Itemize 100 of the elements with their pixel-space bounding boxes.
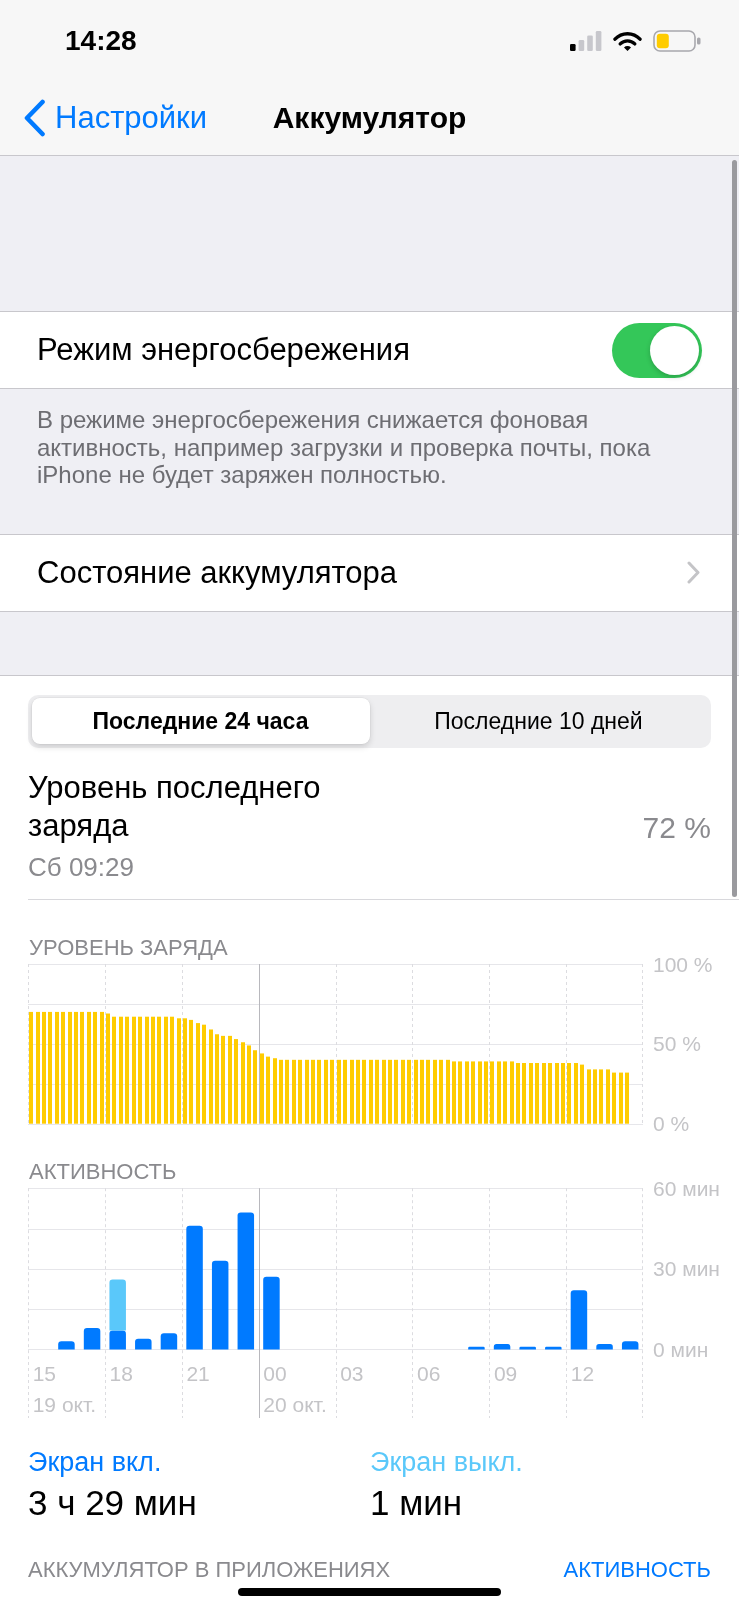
bar — [420, 1059, 424, 1124]
axis-label: 60 мин — [653, 1176, 720, 1200]
hour-label: 00 — [263, 1361, 287, 1384]
bar — [260, 1052, 264, 1124]
bar — [298, 1059, 302, 1124]
signal-icon — [570, 30, 602, 51]
bar — [542, 1062, 546, 1124]
bar — [350, 1059, 354, 1124]
bar — [228, 1035, 232, 1124]
bar — [580, 1064, 584, 1124]
bar — [625, 1072, 629, 1124]
bar — [497, 1060, 501, 1124]
bar — [394, 1059, 398, 1124]
bar — [145, 1016, 149, 1124]
wifi-icon — [613, 30, 642, 51]
bar — [452, 1060, 456, 1124]
bar — [209, 1028, 213, 1124]
activity-bar — [570, 1289, 588, 1349]
bar — [433, 1059, 437, 1124]
bar — [574, 1062, 578, 1124]
bar — [119, 1016, 123, 1124]
bar — [458, 1060, 462, 1124]
bar — [279, 1059, 283, 1124]
hour-label: 03 — [340, 1361, 364, 1384]
bar — [484, 1060, 488, 1124]
bar — [164, 1016, 168, 1124]
bar — [125, 1016, 129, 1124]
activity-bar — [160, 1332, 178, 1349]
bar — [510, 1060, 514, 1124]
bar — [196, 1022, 200, 1124]
activity-link[interactable]: АКТИВНОСТЬ — [563, 1556, 711, 1583]
bar — [490, 1060, 494, 1124]
axis-label: 0 мин — [653, 1337, 709, 1361]
activity-bar — [83, 1327, 101, 1349]
bar — [87, 1011, 91, 1124]
battery-health-row[interactable]: Состояние аккумулятора — [0, 533, 739, 612]
bar — [446, 1059, 450, 1124]
bar — [567, 1062, 571, 1124]
bar — [414, 1059, 418, 1124]
activity-bar — [58, 1340, 75, 1349]
bar — [561, 1062, 565, 1124]
bar — [516, 1062, 520, 1124]
axis-label: 30 мин — [653, 1256, 720, 1280]
bar — [548, 1062, 552, 1124]
bar — [292, 1059, 296, 1124]
bar — [522, 1062, 526, 1124]
bar — [407, 1059, 411, 1124]
bar — [593, 1068, 597, 1124]
power-saving-description: В режиме энергосбережения снижается фоновая активность, например загрузки и проверка почты, пока iPhone не будет заряжен полностью. — [36, 405, 652, 490]
bar — [112, 1016, 116, 1124]
bar — [439, 1059, 443, 1124]
bar — [132, 1016, 136, 1124]
date-label: 19 окт. — [32, 1392, 97, 1415]
hour-label: 15 — [32, 1361, 57, 1384]
activity-bar — [596, 1343, 613, 1349]
bar — [330, 1059, 334, 1124]
bar — [241, 1041, 245, 1124]
bar — [535, 1062, 539, 1124]
bar — [253, 1049, 257, 1124]
usage-total: 1 мин — [370, 1482, 463, 1523]
bar — [189, 1019, 193, 1124]
bar — [183, 1017, 187, 1124]
bar — [74, 1011, 78, 1124]
activity-bar — [468, 1346, 485, 1349]
legend-label: Экран вкл. — [28, 1446, 162, 1477]
axis-label: 100 % — [653, 952, 713, 975]
chart-title: УРОВЕНЬ ЗАРЯДА — [29, 934, 228, 959]
bar — [157, 1016, 161, 1124]
bar — [285, 1059, 289, 1124]
bar — [471, 1060, 475, 1124]
bar — [478, 1060, 482, 1124]
segment-tab[interactable]: Последние 10 дней — [369, 698, 708, 744]
last-charge-label: Уровень последнего заряда — [28, 768, 322, 845]
bar — [503, 1060, 507, 1124]
back-chevron-icon — [23, 99, 46, 137]
activity-bar — [621, 1340, 639, 1349]
bar — [221, 1035, 225, 1124]
bar — [324, 1059, 328, 1124]
bar — [170, 1016, 174, 1124]
bar — [606, 1068, 610, 1124]
bar — [273, 1057, 277, 1124]
bar — [42, 1011, 46, 1124]
bar — [93, 1011, 97, 1124]
activity-bar — [493, 1343, 511, 1349]
status-time: 14:28 — [65, 24, 137, 57]
bar — [100, 1011, 104, 1124]
axis-label: 50 % — [653, 1031, 701, 1055]
bar — [202, 1024, 206, 1124]
bar — [61, 1011, 65, 1124]
bar — [388, 1059, 392, 1124]
bar — [106, 1013, 110, 1124]
bar — [375, 1059, 379, 1124]
bar — [337, 1059, 341, 1124]
last-charge-value: 72 % — [642, 809, 711, 846]
toggle-switch[interactable] — [612, 322, 702, 378]
bar — [587, 1068, 591, 1124]
segment-tab[interactable]: Последние 24 часа — [31, 698, 370, 744]
bar — [311, 1059, 315, 1124]
activity-bar — [519, 1346, 536, 1349]
back-button[interactable]: Настройки — [23, 99, 207, 137]
